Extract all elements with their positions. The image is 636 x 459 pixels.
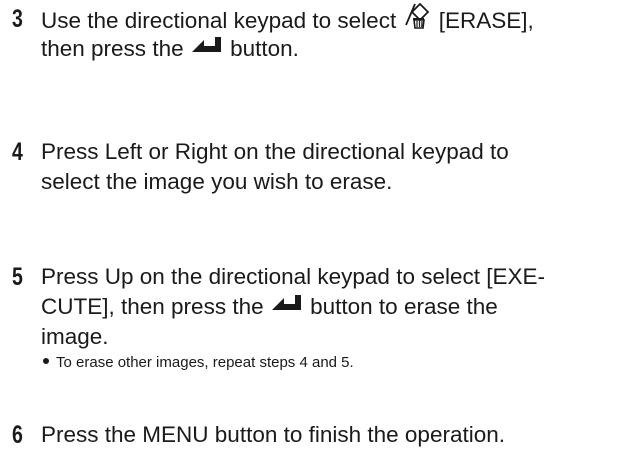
bullet-dot-icon <box>43 358 49 365</box>
step-line: Press the MENU button to finish the oper… <box>41 422 505 447</box>
step-line: Press Up on the directional keypad to se… <box>41 264 546 289</box>
step-line: select the image you wish to erase. <box>41 169 393 194</box>
step-number: 3 <box>12 5 23 33</box>
step-instruction: Press the MENU button to finish the oper… <box>41 420 636 450</box>
step-instruction: Press Left or Right on the directional k… <box>41 137 636 197</box>
step-text-segment: button. <box>230 36 299 61</box>
step-text-segment: CUTE], then press the <box>41 294 270 319</box>
note-text: To erase other images, repeat steps 4 an… <box>56 354 354 371</box>
step-number: 5 <box>12 263 23 291</box>
step-text-segment: then press the <box>41 36 190 61</box>
step-instruction: Press Up on the directional keypad to se… <box>41 262 636 352</box>
step-line: CUTE], then press the button to erase th… <box>41 292 636 322</box>
step-number: 4 <box>12 138 23 166</box>
step-line: image. <box>41 324 109 349</box>
step-text-segment: [ERASE], <box>438 7 534 33</box>
ok-enter-icon <box>270 291 304 321</box>
erase-trash-icon <box>402 2 432 38</box>
step-text-segment: Use the directional keypad to select <box>41 7 403 33</box>
step-instruction: Use the directional keypad to select [ER… <box>41 2 636 64</box>
step-text-segment: button to erase the <box>310 294 498 319</box>
step-number: 6 <box>12 421 23 449</box>
step-line: then press the button. <box>41 34 636 64</box>
step-line: Press Left or Right on the directional k… <box>41 139 509 164</box>
step-note: To erase other images, repeat steps 4 an… <box>43 353 354 373</box>
ok-enter-icon <box>190 33 224 63</box>
step-line: Use the directional keypad to select [ER… <box>41 2 636 34</box>
